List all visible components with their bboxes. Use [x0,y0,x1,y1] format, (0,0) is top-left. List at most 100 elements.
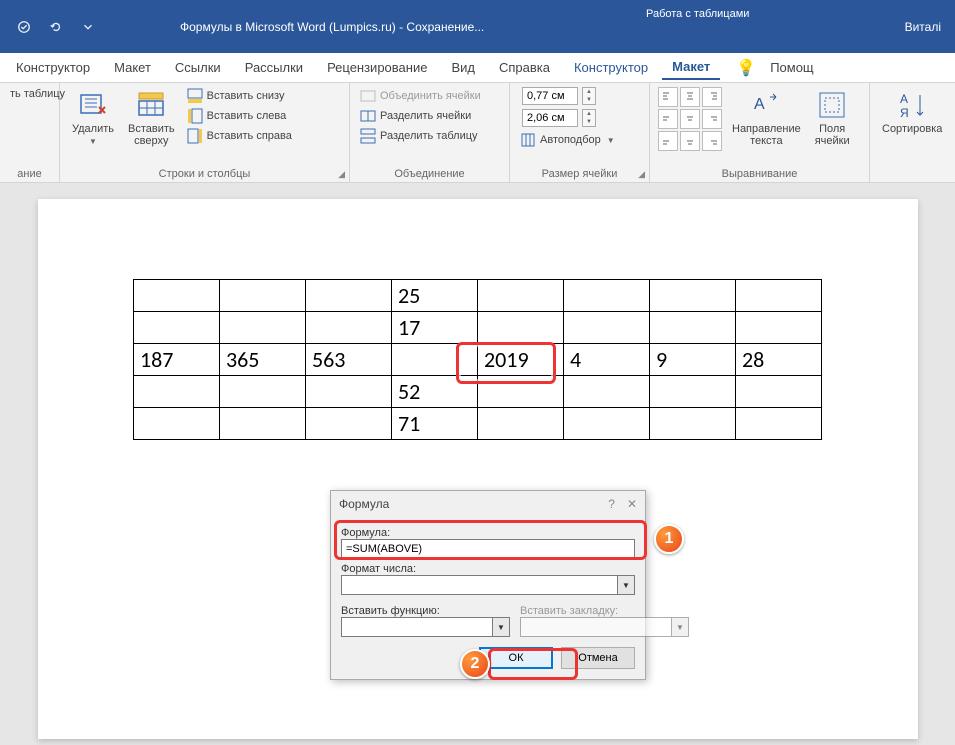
autofit-button[interactable]: Автоподбор▼ [518,131,617,149]
contextual-tab-header: Работа с таблицами [620,0,775,53]
insert-bookmark-combo: ▼ [520,617,689,637]
chevron-down-icon[interactable]: ▼ [492,617,510,637]
align-top-center[interactable] [680,87,700,107]
tab-konstruktor-table[interactable]: Конструктор [564,56,658,79]
formula-dialog: Формула ? ✕ Формула: Формат числа: ▼ Вст… [330,490,646,680]
row-height-input[interactable] [522,87,578,105]
col-width-input[interactable] [522,109,578,127]
align-mid-right[interactable] [702,109,722,129]
text-direction-button[interactable]: A Направление текста [728,87,805,149]
user-name: Виталі [905,20,941,34]
autofit-icon [520,132,536,148]
width-spinner[interactable]: ▲▼ [582,109,596,127]
text-direction-icon: A [750,89,782,121]
sort-icon: АЯ [896,89,928,121]
cancel-button[interactable]: Отмена [561,647,635,669]
group-merge: Объединить ячейки Разделить ячейки Разде… [350,83,510,182]
insert-bookmark-label: Вставить закладку: [520,605,689,617]
align-top-right[interactable] [702,87,722,107]
tab-spravka[interactable]: Справка [489,56,560,79]
sort-button[interactable]: АЯ Сортировка [878,87,946,137]
badge-1: 1 [654,524,684,554]
tab-recenz[interactable]: Рецензирование [317,56,437,79]
ribbon: ть таблицу ание Удалить ▼ Вставить сверх… [0,83,955,183]
insert-left-icon [187,108,203,124]
undo-icon[interactable] [44,15,68,39]
align-bot-center[interactable] [680,131,700,151]
insert-below-button[interactable]: Вставить снизу [185,87,294,105]
col-width-control[interactable]: ▲▼ [518,109,617,127]
tell-me[interactable]: Помощ [760,56,823,79]
group-merge-label: Объединение [358,168,501,182]
tab-rassylki[interactable]: Рассылки [235,56,313,79]
insert-right-button[interactable]: Вставить справа [185,127,294,145]
table-row[interactable]: 17 [134,312,822,344]
merge-cells-button: Объединить ячейки [358,87,483,105]
insert-function-combo[interactable]: ▼ [341,617,510,637]
insert-below-icon [187,88,203,104]
table-row[interactable]: 18736556320194928 [134,344,822,376]
insert-above-button[interactable]: Вставить сверху [124,87,179,149]
align-bot-left[interactable] [658,131,678,151]
redo-dropdown-icon[interactable] [76,15,100,39]
height-spinner[interactable]: ▲▼ [582,87,596,105]
dialog-body: Формула: Формат числа: ▼ Вставить функци… [331,517,645,679]
contextual-tab-label: Работа с таблицами [620,8,775,20]
group-alignment: A Направление текста Поля ячейки Выравни… [650,83,870,182]
delete-icon [77,89,109,121]
document-title: Формулы в Microsoft Word (Lumpics.ru) - … [180,20,484,34]
ok-button[interactable]: ОК [479,647,553,669]
tab-vid[interactable]: Вид [441,56,485,79]
chevron-down-icon: ▼ [671,617,689,637]
cell-margins-button[interactable]: Поля ячейки [811,87,854,149]
draw-table-button[interactable]: ть таблицу [8,87,67,101]
insert-above-icon [135,89,167,121]
row-height-control[interactable]: ▲▼ [518,87,617,105]
svg-text:А: А [900,92,908,106]
group-cell-size: ▲▼ ▲▼ Автоподбор▼ Размер ячейки◢ [510,83,650,182]
group-drawing: ть таблицу ание [0,83,60,182]
chevron-down-icon: ▼ [89,137,97,146]
chevron-down-icon[interactable]: ▼ [617,575,635,595]
tab-maket-table[interactable]: Макет [662,55,720,80]
svg-text:A: A [754,96,765,113]
table-row[interactable]: 71 [134,408,822,440]
svg-text:Я: Я [900,106,909,120]
split-table-icon [360,128,376,144]
ribbon-tabs: Конструктор Макет Ссылки Рассылки Реценз… [0,53,955,83]
autosave-icon[interactable] [12,15,36,39]
dialog-titlebar[interactable]: Формула ? ✕ [331,491,645,517]
dialog-launcher-icon[interactable]: ◢ [638,169,645,180]
group-data: АЯ Сортировка [870,83,950,182]
cell-margins-icon [816,89,848,121]
tab-ssylki[interactable]: Ссылки [165,56,231,79]
tab-maket[interactable]: Макет [104,56,161,79]
insert-function-label: Вставить функцию: [341,605,510,617]
alignment-grid [658,87,722,151]
number-format-combo[interactable]: ▼ [341,575,635,595]
dialog-title: Формула [339,497,389,511]
lightbulb-icon[interactable]: 💡 [736,58,756,78]
word-table[interactable]: 25 17 18736556320194928 52 71 [133,279,822,440]
formula-input[interactable] [341,539,635,559]
group-drawing-label: ание [8,168,51,182]
split-cells-button[interactable]: Разделить ячейки [358,107,483,125]
delete-button[interactable]: Удалить ▼ [68,87,118,148]
dialog-launcher-icon[interactable]: ◢ [338,169,345,180]
table-row[interactable]: 52 [134,376,822,408]
split-table-button[interactable]: Разделить таблицу [358,127,483,145]
group-cell-size-label: Размер ячейки◢ [518,168,641,182]
group-rows-columns: Удалить ▼ Вставить сверху Вставить снизу… [60,83,350,182]
merge-cells-icon [360,88,376,104]
table-row[interactable]: 25 [134,280,822,312]
title-bar: Формулы в Microsoft Word (Lumpics.ru) - … [0,0,955,53]
formula-label: Формула: [341,527,635,539]
align-top-left[interactable] [658,87,678,107]
align-mid-center[interactable] [680,109,700,129]
align-bot-right[interactable] [702,131,722,151]
close-icon[interactable]: ✕ [627,497,637,511]
help-icon[interactable]: ? [608,497,615,511]
align-mid-left[interactable] [658,109,678,129]
insert-left-button[interactable]: Вставить слева [185,107,294,125]
tab-konstruktor[interactable]: Конструктор [6,56,100,79]
